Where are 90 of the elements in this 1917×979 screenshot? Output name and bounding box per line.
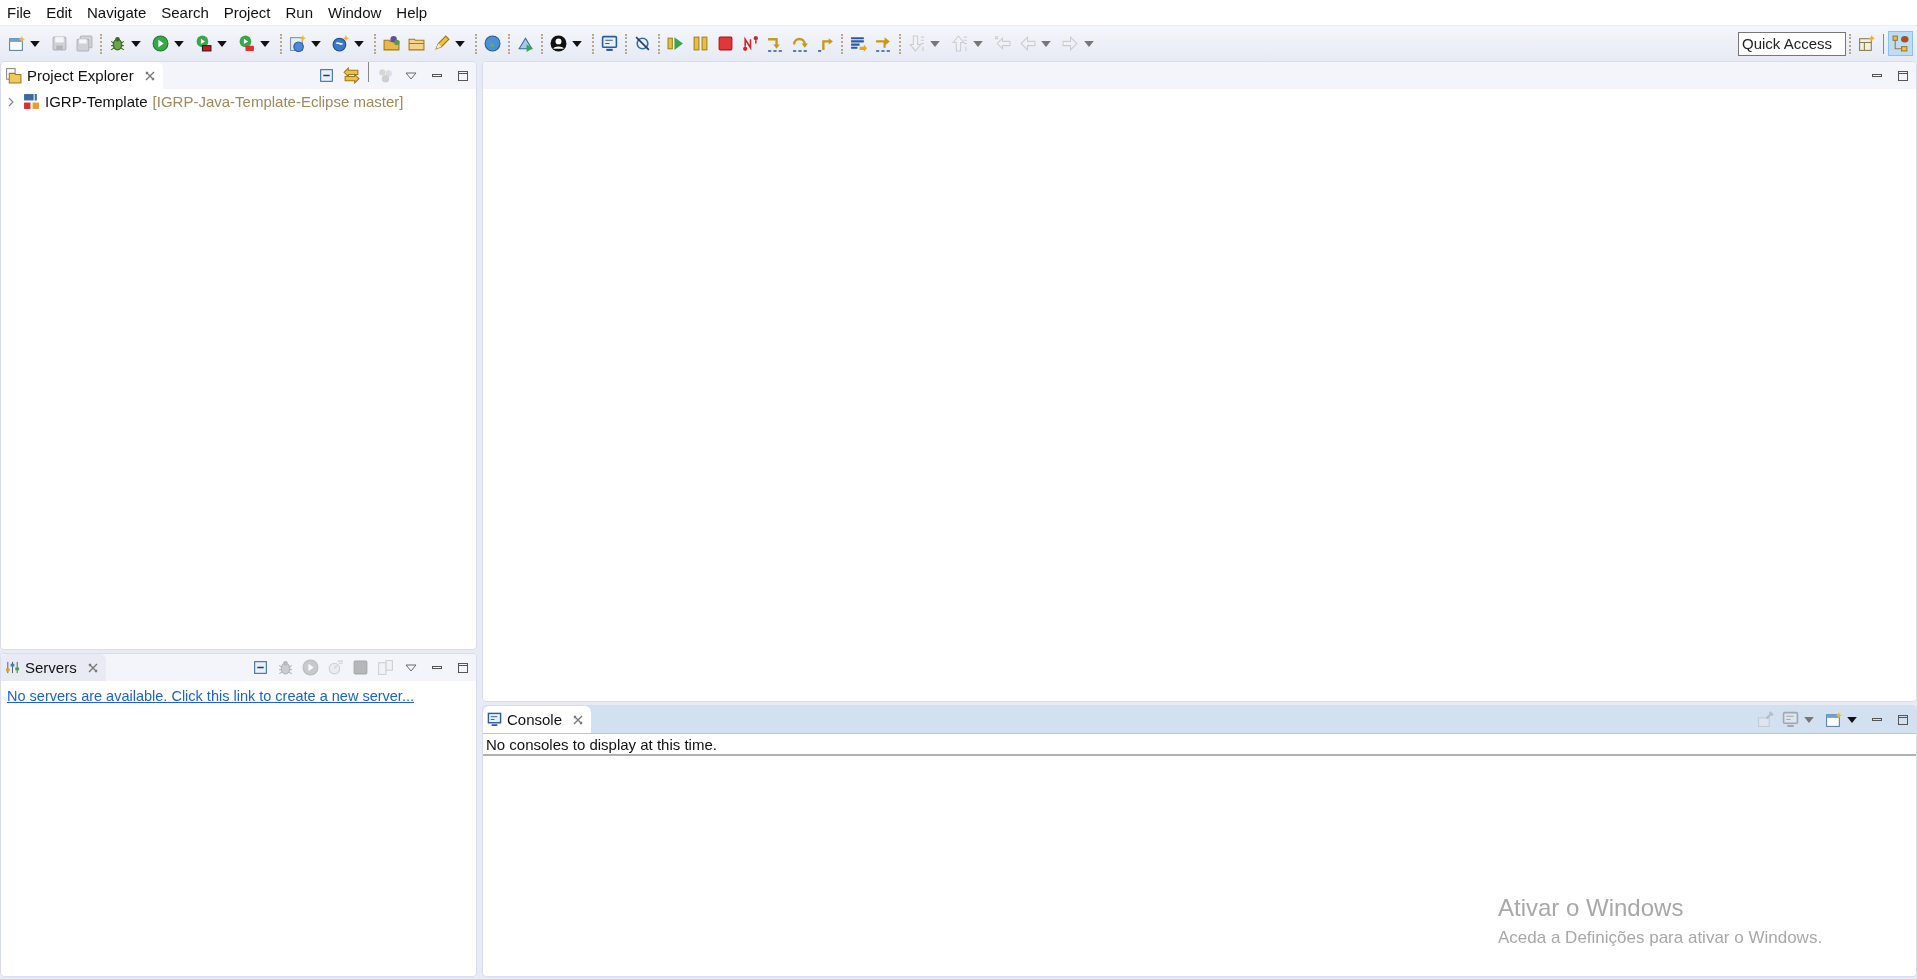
close-icon[interactable] [144,70,155,81]
maximize-icon[interactable] [1897,69,1909,82]
documents-icon [377,659,394,676]
bug-icon [277,659,294,676]
create-server-link[interactable]: No servers are available. Click this link to create a new server... [7,688,414,704]
caret-icon [572,40,582,47]
menu-item[interactable]: Window [323,4,392,21]
maximize-icon[interactable] [1897,713,1909,726]
perspective-button[interactable] [1889,32,1912,55]
collapse-icon [252,659,269,676]
close-icon[interactable] [87,662,98,673]
menu-item[interactable]: Search [156,4,219,21]
server-globe-icon [289,35,306,52]
menu-item[interactable]: Project [218,4,281,21]
folder-icon [383,35,400,52]
toolbar-button[interactable] [380,33,403,54]
menu-item[interactable]: Help [391,4,438,21]
caret-icon [455,40,465,47]
table-icon [1858,35,1875,52]
caret-icon [311,40,321,47]
close-icon[interactable] [573,714,584,725]
caret-icon [174,40,184,47]
pin-icon [1757,711,1774,728]
play-coverage-icon [195,35,212,52]
maximize-icon[interactable] [457,661,469,674]
new-window-icon [1825,711,1842,728]
stop-icon [717,35,734,52]
balls-icon [377,67,394,84]
folder-icon [5,67,22,84]
bug-icon [109,35,126,52]
down-arrow-icon [908,35,925,52]
floppies-icon [76,35,93,52]
play-icon [152,35,169,52]
panel-tab[interactable]: Project Explorer [1,62,163,89]
panel-tab[interactable]: Servers [1,654,106,681]
console-message: No consoles to display at this time. [483,734,1916,756]
left-arrow-icon [1019,35,1036,52]
menu-item[interactable]: Edit [41,4,83,21]
stopwatch-icon [327,659,344,676]
play-toolbox-icon [238,35,255,52]
filter-arrow-icon [875,35,892,52]
activation-message: Aceda a Definições para ativar o Windows. [1498,928,1823,948]
project-icon [23,93,40,110]
sliders-icon [5,660,20,675]
caret-icon [30,40,40,47]
caret-icon [1804,716,1814,723]
up-arrow-icon [951,35,968,52]
resume-icon [667,35,684,52]
new-window-icon [8,35,25,52]
list-arrow-icon [850,35,867,52]
globe-icon [484,35,501,52]
caret-icon [354,40,364,47]
caret-icon [217,40,227,47]
tree-item[interactable]: IGRP-Template [IGRP-Java-Template-Eclipse master] [1,89,476,114]
floppy-icon [51,35,68,52]
panel-tab[interactable]: Console [483,706,592,733]
pause-icon [692,35,709,52]
broken-link-icon [742,35,759,52]
caret-icon [131,40,141,47]
step-over-icon [792,35,809,52]
quick-access-field[interactable]: Quick Access [1738,31,1846,56]
monitor-icon [1782,711,1799,728]
left-arrow-icon [994,35,1011,52]
menu-item[interactable]: Run [280,4,323,21]
caret-icon [260,40,270,47]
right-arrow-icon [1062,35,1079,52]
stop-icon [352,659,369,676]
view-menu-icon[interactable] [405,661,417,674]
caret-icon [973,40,983,47]
view-menu-icon[interactable] [405,69,417,82]
monitor-icon [487,712,502,727]
triangle-tool-icon [517,35,534,52]
caret-icon [1847,716,1857,723]
menu-item[interactable]: Navigate [82,4,157,21]
two-arrows-icon [343,67,360,84]
monitor-icon [601,35,618,52]
caret-icon [930,40,940,47]
caret-icon [1041,40,1051,47]
slashed-circle-icon [634,35,651,52]
activation-title: Ativar o Windows [1498,894,1685,922]
menu-item[interactable]: File [2,4,42,21]
expander-icon[interactable] [7,96,15,107]
collapse-icon [318,67,335,84]
node-tree-icon [1892,35,1909,52]
step-into-icon [767,35,784,52]
maximize-icon[interactable] [457,69,469,82]
pencil-icon [433,35,450,52]
play-icon [302,659,319,676]
person-icon [550,35,567,52]
caret-icon [1084,40,1094,47]
